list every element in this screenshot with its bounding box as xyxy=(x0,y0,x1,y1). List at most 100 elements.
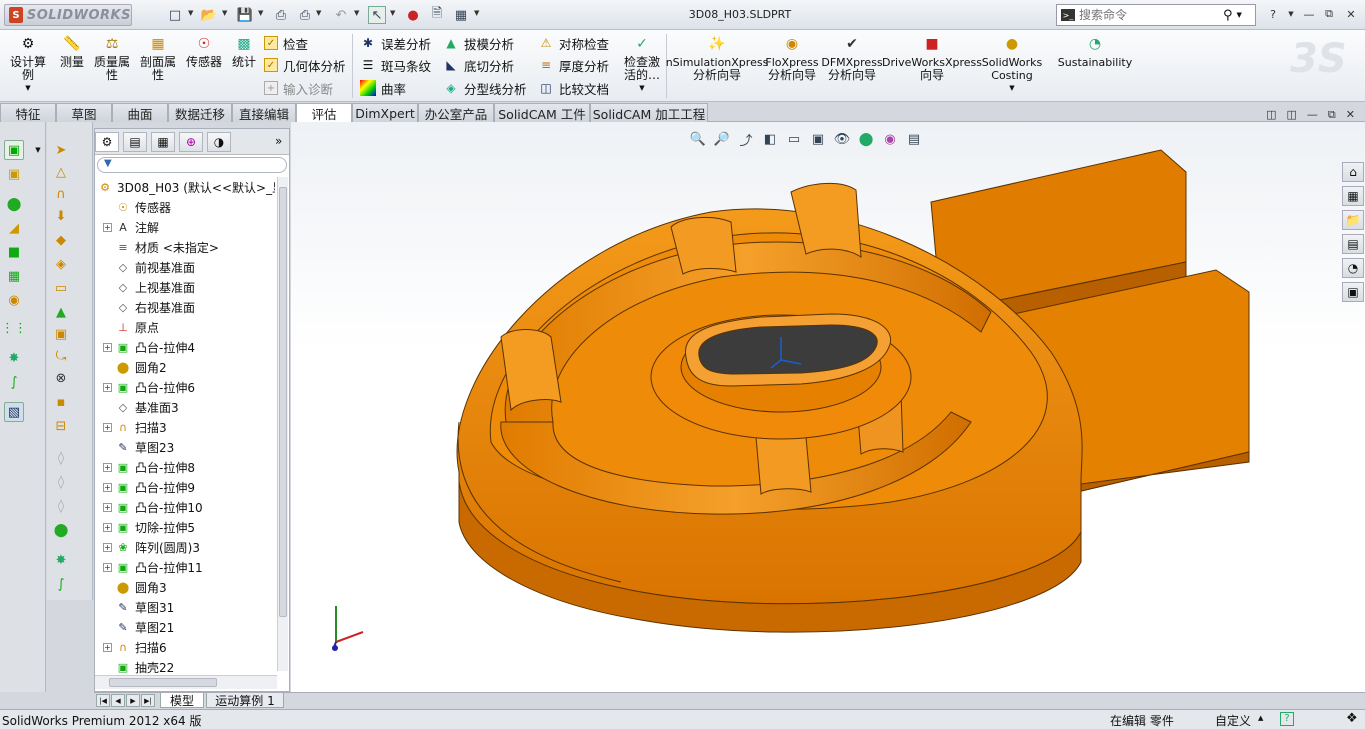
scroll-thumb[interactable] xyxy=(109,678,217,687)
curves-icon[interactable]: ∫ xyxy=(4,372,24,392)
restore-icon[interactable]: ⧉ xyxy=(1320,6,1338,22)
search-dropdown-icon[interactable]: ▼ xyxy=(1237,11,1242,19)
feature-tree-tab-icon[interactable]: ⚙ xyxy=(95,132,119,152)
move-body-icon[interactable]: ▪ xyxy=(51,392,71,412)
sweep-boss-icon[interactable]: ➤ xyxy=(51,140,71,160)
tree-item[interactable]: + ▣ 切除-拉伸5 xyxy=(103,517,195,537)
curvature-button[interactable]: 曲率 xyxy=(360,78,406,98)
undercut-analysis-button[interactable]: ◣ 底切分析 xyxy=(443,55,514,75)
tree-root[interactable]: ⚙ 3D08_H03 (默认<<默认>_显 xyxy=(97,177,275,197)
tree-item[interactable]: ▣ 抽壳22 xyxy=(103,657,174,677)
design-study-button[interactable]: ⚙ 设计算例 ▼ xyxy=(6,34,50,95)
tree-item[interactable]: ◇ 右视基准面 xyxy=(103,297,195,317)
tree-vertical-scrollbar[interactable] xyxy=(277,177,288,671)
file-properties-icon[interactable]: 🗎 xyxy=(428,6,446,24)
select-dropdown-icon[interactable]: ▼ xyxy=(390,9,395,17)
tree-item[interactable]: ✎ 草图21 xyxy=(103,617,174,637)
undo-dropdown-icon[interactable]: ▼ xyxy=(354,9,359,17)
instant3d-icon[interactable]: ▧ xyxy=(4,402,24,422)
tab-motion-study[interactable]: 运动算例 1 xyxy=(206,693,284,708)
expand-icon[interactable]: + xyxy=(103,342,112,352)
tree-horizontal-scrollbar[interactable] xyxy=(95,675,277,689)
tab-data-migration[interactable]: 数据迁移 xyxy=(168,103,232,122)
deviation-analysis-button[interactable]: ✱ 误差分析 xyxy=(360,33,431,53)
draft-analysis-button[interactable]: ▲ 拔模分析 xyxy=(443,33,514,53)
close-icon[interactable]: ✕ xyxy=(1342,6,1360,22)
tab-solidcam-stock[interactable]: SolidCAM 工件 xyxy=(494,103,590,122)
geometry-analysis-button[interactable]: ✓ 几何体分析 xyxy=(264,55,346,75)
simulationxpress-button[interactable]: ✨ nSimulationXpress 分析向导 xyxy=(666,34,769,82)
notification-icon[interactable]: ❖ xyxy=(1346,711,1358,726)
tab-model[interactable]: 模型 xyxy=(160,693,204,708)
expand-icon[interactable]: + xyxy=(103,642,112,652)
minimize-icon[interactable]: — xyxy=(1300,6,1318,22)
tab-office-products[interactable]: 办公室产品 xyxy=(418,103,494,122)
graphics-area[interactable]: ◫ ◫ — ⧉ ✕ 🔍 🔎 ⤴ ◧ ▭ ▣ 👁 ⬤ ◉ ▤ ⌂ ▦ 📁 ▤ ◔ … xyxy=(291,108,1365,692)
tree-item[interactable]: + ▣ 凸台-拉伸6 xyxy=(103,377,195,397)
tree-item[interactable]: + ∩ 扫描6 xyxy=(103,637,167,657)
tree-item[interactable]: + ∩ 扫描3 xyxy=(103,417,167,437)
tree-item[interactable]: + ▣ 凸台-拉伸11 xyxy=(103,557,203,577)
sustainability-button[interactable]: ◔ Sustainability xyxy=(1058,34,1132,70)
statistics-button[interactable]: ▩ 统计 xyxy=(230,34,258,69)
next-tab-icon[interactable]: ▶ xyxy=(126,694,140,707)
search-icon[interactable]: ⚲ xyxy=(1223,8,1233,23)
tab-evaluate[interactable]: 评估 xyxy=(296,103,352,123)
sensor-button[interactable]: ☉ 传感器 xyxy=(184,34,224,69)
rebuild-icon[interactable]: ● xyxy=(404,6,422,24)
dimxpert-tab-icon[interactable]: ⊕ xyxy=(179,132,203,152)
model-view[interactable] xyxy=(291,122,1365,692)
tree-item[interactable]: + ▣ 凸台-拉伸8 xyxy=(103,457,195,477)
fillet-2-icon[interactable]: ⬤ xyxy=(51,520,71,540)
indent-icon[interactable]: ◊ xyxy=(51,472,71,492)
tree-item[interactable]: ◇ 上视基准面 xyxy=(103,277,195,297)
check-active-button[interactable]: ✓ 检查激活的… ▼ xyxy=(620,34,664,95)
shell-icon[interactable]: ■ xyxy=(4,242,24,262)
combine-icon[interactable]: ▣ xyxy=(51,324,71,344)
last-tab-icon[interactable]: ▶| xyxy=(141,694,155,707)
help-dropdown-icon[interactable]: ▼ xyxy=(1282,6,1300,22)
help-status-icon[interactable]: ? xyxy=(1280,712,1294,726)
linear-pattern-icon[interactable]: ⋮⋮ xyxy=(1,318,27,338)
display-manager-tab-icon[interactable]: ◑ xyxy=(207,132,231,152)
tree-item[interactable]: + ▣ 凸台-拉伸4 xyxy=(103,337,195,357)
expand-icon[interactable]: + xyxy=(103,522,112,532)
tree-item[interactable]: + ▣ 凸台-拉伸10 xyxy=(103,497,203,517)
part-model[interactable] xyxy=(456,149,1250,633)
draft-icon[interactable]: ◆ xyxy=(51,230,71,250)
new-dropdown-icon[interactable]: ▼ xyxy=(188,9,193,17)
scroll-thumb[interactable] xyxy=(279,187,287,617)
printer-icon[interactable]: ⎙ xyxy=(296,6,314,24)
solidworks-logo[interactable]: S SOLIDWORKS xyxy=(4,4,132,26)
freeform-icon[interactable]: ◊ xyxy=(51,448,71,468)
save-dropdown-icon[interactable]: ▼ xyxy=(258,9,263,17)
reference-geometry-icon[interactable]: ✸ xyxy=(4,348,24,368)
mass-properties-button[interactable]: ⚖ 质量属性 xyxy=(92,34,132,82)
tile-icon[interactable]: ◫ xyxy=(1266,108,1276,122)
costing-button[interactable]: ● SolidWorks Costing ▼ xyxy=(982,34,1042,95)
viewport-restore-icon[interactable]: ⧉ xyxy=(1328,108,1336,122)
configuration-manager-tab-icon[interactable]: ▦ xyxy=(151,132,175,152)
compare-documents-button[interactable]: ◫ 比较文档 xyxy=(538,78,609,98)
undo-icon[interactable]: ↶ xyxy=(332,6,350,24)
thickness-analysis-button[interactable]: ≡ 厚度分析 xyxy=(538,55,609,75)
options-icon[interactable]: ▦ xyxy=(452,6,470,24)
extrude-dropdown-icon[interactable]: ▼ xyxy=(28,140,48,160)
expand-icon[interactable]: + xyxy=(103,482,112,492)
first-tab-icon[interactable]: |◀ xyxy=(96,694,110,707)
tree-item[interactable]: ✎ 草图31 xyxy=(103,597,174,617)
tab-direct-editing[interactable]: 直接编辑 xyxy=(232,103,296,122)
units-dropdown-icon[interactable]: ▲ xyxy=(1258,714,1263,722)
options-dropdown-icon[interactable]: ▼ xyxy=(474,9,479,17)
viewport-close-icon[interactable]: ✕ xyxy=(1346,108,1355,122)
import-diagnostics-button[interactable]: + 输入诊断 xyxy=(264,78,333,98)
open-folder-icon[interactable]: 📂 xyxy=(200,6,218,24)
revolve-icon[interactable]: ▣ xyxy=(4,164,24,184)
reference-plane-icon[interactable]: ✸ xyxy=(51,550,71,570)
print-icon[interactable]: ⎙ xyxy=(272,6,290,24)
fillet-icon[interactable]: ⬤ xyxy=(4,194,24,214)
print-dropdown-icon[interactable]: ▼ xyxy=(316,9,321,17)
expand-panel-icon[interactable]: » xyxy=(275,134,282,148)
rib-icon[interactable]: ▦ xyxy=(4,266,24,286)
extrude-boss-icon[interactable]: ▣ xyxy=(4,140,24,160)
